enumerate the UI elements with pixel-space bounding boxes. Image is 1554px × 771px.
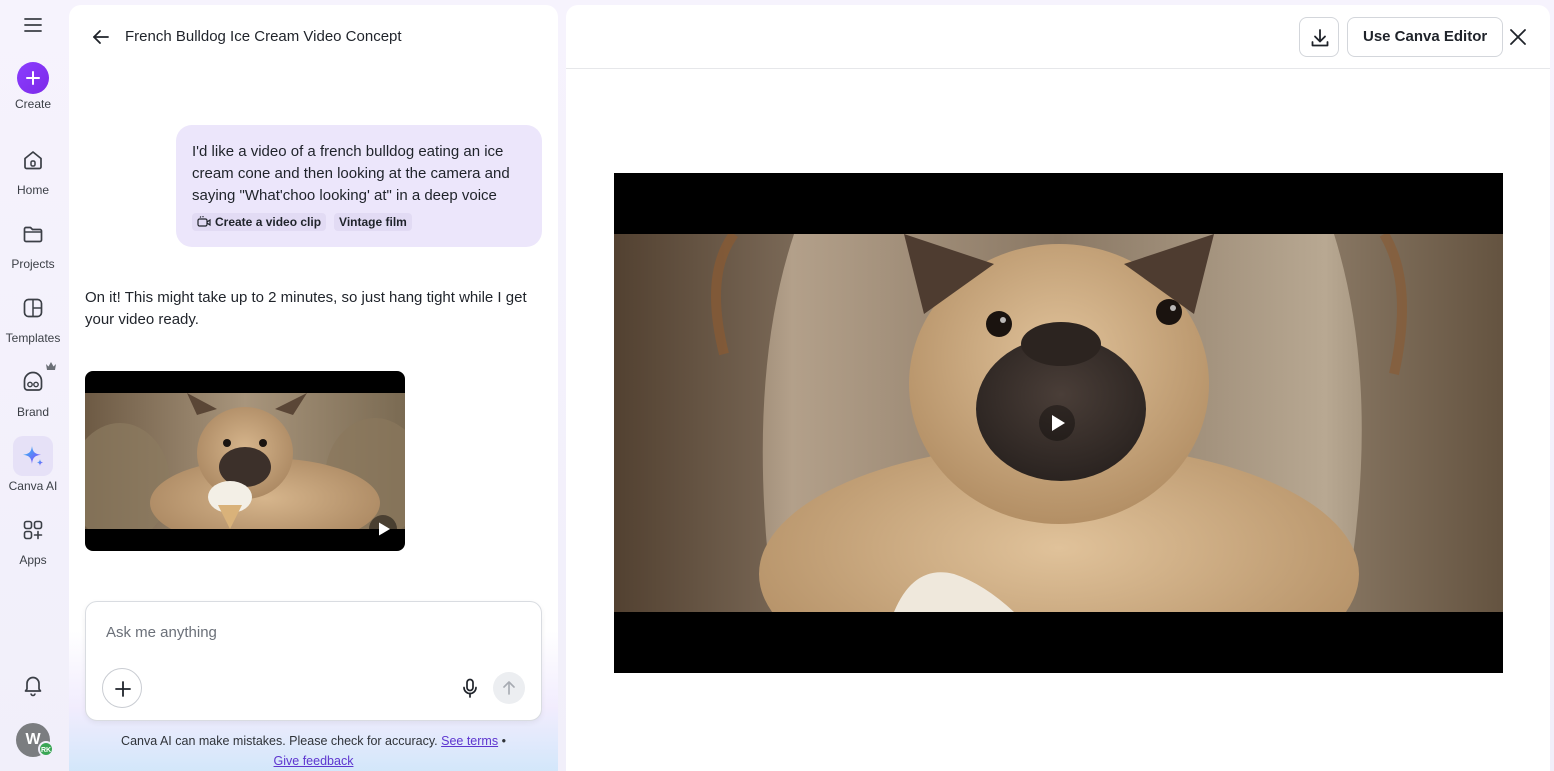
apps-icon [13,510,53,550]
folder-icon [13,214,53,254]
arrow-up-icon [503,681,515,695]
close-icon[interactable] [1506,25,1530,49]
crown-icon [46,362,56,370]
microphone-icon[interactable] [459,677,481,699]
ai-message-text: On it! This might take up to 2 minutes, … [85,289,527,328]
home-icon [13,140,53,180]
play-icon[interactable] [1039,405,1075,441]
see-terms-link[interactable]: See terms [441,734,498,748]
send-button[interactable] [493,672,525,704]
separator: • [501,734,506,748]
give-feedback-link[interactable]: Give feedback [274,754,354,768]
plus-icon [115,681,131,697]
bulldog-ice-cream-image [85,393,405,529]
chip-label: Vintage film [339,215,407,229]
sparkle-icon [13,436,53,476]
templates-icon [13,288,53,328]
ask-input[interactable] [106,624,506,641]
chip-vintage-film: Vintage film [334,213,412,231]
prompt-chips: Create a video clip Vintage film [192,213,526,231]
rail-item-label: Create [14,97,52,111]
download-icon [1311,29,1329,47]
rail-item-label: Home [16,183,49,197]
chip-create-video-clip: Create a video clip [192,213,327,231]
plus-icon [17,62,49,94]
rail-item-create[interactable]: Create [0,58,66,111]
chat-composer [85,601,542,721]
video-preview-panel: Use Canva Editor [566,5,1550,771]
use-canva-editor-button[interactable]: Use Canva Editor [1347,17,1504,57]
rail-item-label: Canva AI [8,479,58,493]
rail-item-label: Apps [19,553,47,567]
user-message-bubble: I'd like a video of a french bulldog eat… [176,125,542,247]
left-rail: Create Home Projects Templates Brand Can… [0,0,66,771]
notifications-bell-icon[interactable] [22,673,44,697]
disclaimer-text: Canva AI can make mistakes. Please check… [121,734,438,748]
disclaimer: Canva AI can make mistakes. Please check… [69,731,558,771]
user-message-text: I'd like a video of a french bulldog eat… [192,143,510,204]
team-badge: RK [38,741,54,757]
chat-panel: French Bulldog Ice Cream Video Concept I… [69,5,558,771]
rail-item-apps[interactable]: Apps [0,510,66,567]
preview-toolbar: Use Canva Editor [566,5,1550,69]
rail-item-canva-ai[interactable]: Canva AI [0,436,66,493]
rail-item-label: Projects [11,257,55,271]
chip-label: Create a video clip [215,215,322,229]
back-arrow-icon[interactable] [89,25,113,49]
video-player[interactable] [614,173,1503,673]
video-camera-icon [197,216,211,227]
add-attachment-button[interactable] [102,668,142,708]
chat-title: French Bulldog Ice Cream Video Concept [125,28,402,45]
menu-icon[interactable] [22,14,44,36]
rail-item-home[interactable]: Home [0,140,66,197]
rail-item-label: Templates [5,331,61,345]
rail-item-label: Brand [16,405,50,419]
rail-item-templates[interactable]: Templates [0,288,66,345]
canva-app: Create Home Projects Templates Brand Can… [0,0,1554,771]
rail-item-projects[interactable]: Projects [0,214,66,271]
download-button[interactable] [1299,17,1339,57]
play-icon[interactable] [369,515,397,543]
video-thumbnail[interactable] [85,371,405,551]
